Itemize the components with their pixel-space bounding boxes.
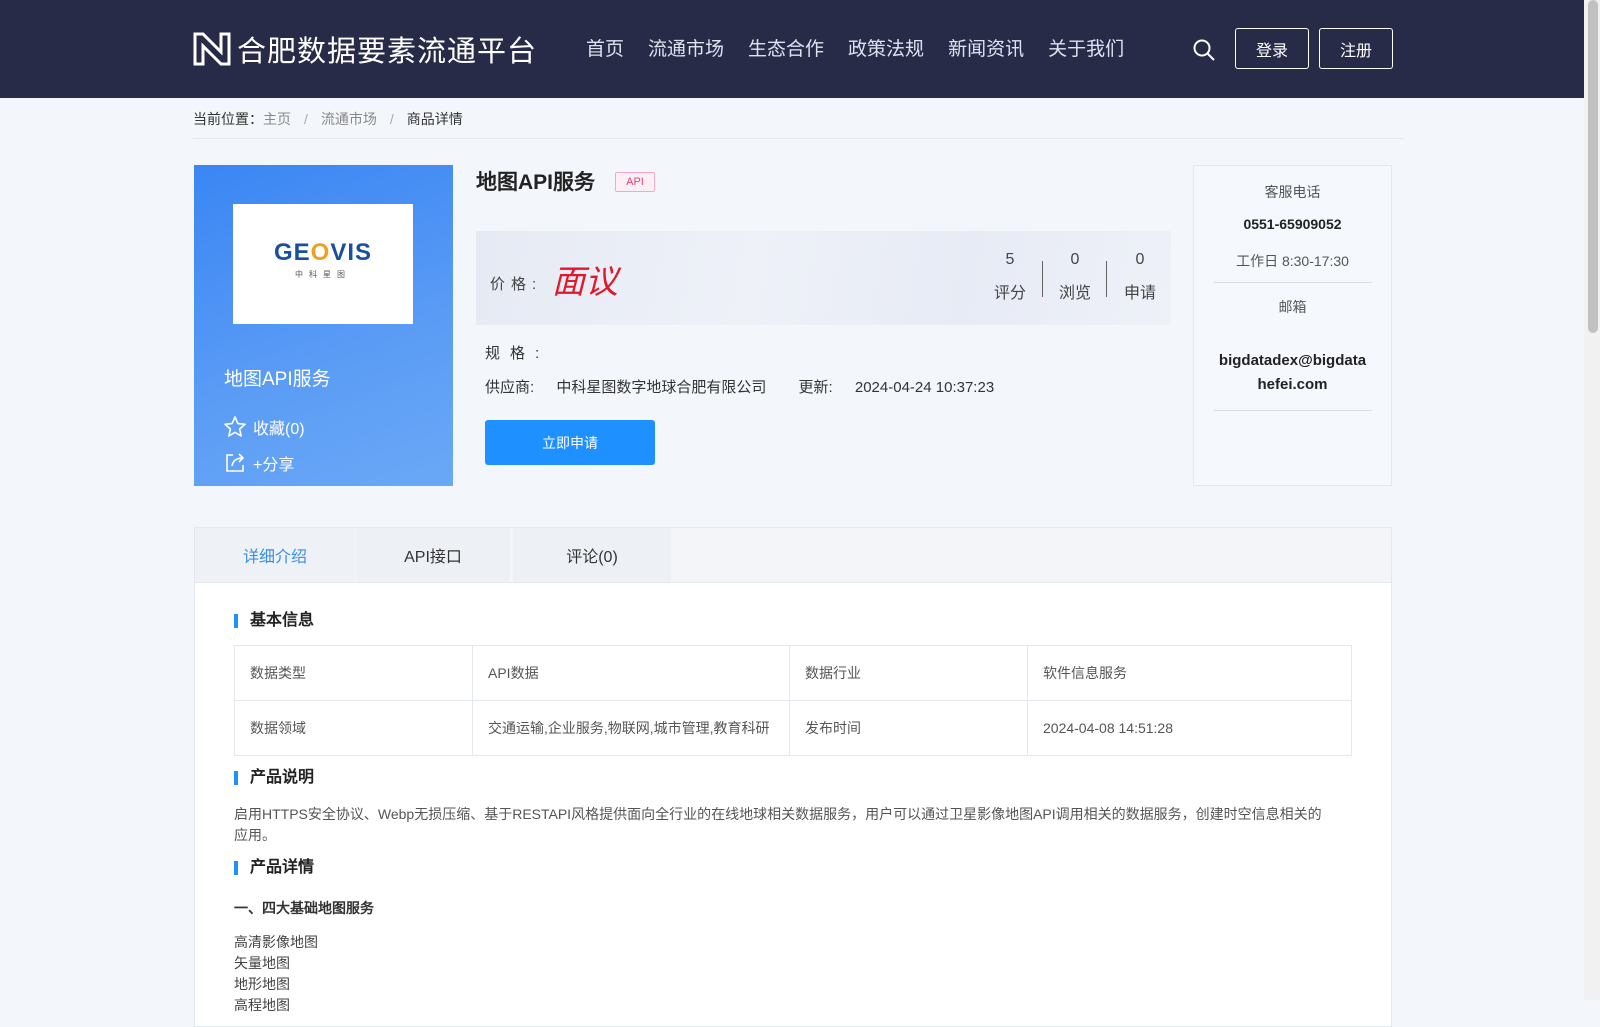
spec-label: 规格: xyxy=(485,345,550,362)
divider xyxy=(193,138,1405,139)
stat-label: 申请 xyxy=(1123,285,1156,302)
list-item: 地形地图 xyxy=(234,976,290,992)
table-cell: 数据领域 xyxy=(234,700,473,756)
scrollbar-thumb[interactable] xyxy=(1588,0,1598,333)
breadcrumb-home[interactable]: 主页 xyxy=(263,109,291,129)
section-basic-info: 基本信息 xyxy=(234,613,314,629)
share-icon xyxy=(226,453,245,472)
register-button[interactable]: 注册 xyxy=(1319,28,1393,69)
table-cell: 数据类型 xyxy=(234,645,473,701)
logo-icon xyxy=(193,32,231,66)
table-cell: 2024-04-08 14:51:28 xyxy=(1027,700,1352,756)
stat-label: 浏览 xyxy=(1058,285,1091,302)
service-hours: 工作日 8:30-17:30 xyxy=(1236,253,1349,269)
stat-value: 0 xyxy=(1135,251,1145,268)
price-value: 面议 xyxy=(552,262,618,301)
tab-details[interactable]: 详细介绍 xyxy=(195,528,355,582)
main-nav: 首页 流通市场 生态合作 政策法规 新闻资讯 关于我们 xyxy=(586,34,1148,61)
supplier-label: 供应商: xyxy=(485,379,535,396)
customer-service-panel: 客服电话 0551-65909052 工作日 8:30-17:30 邮箱 big… xyxy=(1193,165,1392,486)
basic-info-table: 数据类型 API数据 数据行业 软件信息服务 数据领域 交通运输,企业服务,物联… xyxy=(234,645,1352,756)
phone-number: 0551-65909052 xyxy=(1243,216,1342,232)
update-value: 2024-04-24 10:37:23 xyxy=(854,379,995,396)
type-badge: API xyxy=(615,172,655,192)
nav-policy[interactable]: 政策法规 xyxy=(848,34,924,61)
stat-label: 评分 xyxy=(993,285,1026,302)
price-label: 价格: xyxy=(490,276,543,293)
breadcrumb-current: 商品详情 xyxy=(406,111,463,127)
stat-rating: 5 评分 xyxy=(978,251,1042,303)
list-item: 高程地图 xyxy=(234,997,290,1013)
nav-ecosystem[interactable]: 生态合作 xyxy=(748,34,824,61)
favorite-button[interactable]: 收藏(0) xyxy=(223,415,305,439)
phone-title: 客服电话 xyxy=(1264,184,1321,200)
stat-divider xyxy=(1106,261,1107,297)
details-subtitle: 一、四大基础地图服务 xyxy=(234,900,374,916)
nav-about[interactable]: 关于我们 xyxy=(1048,34,1124,61)
table-cell: 软件信息服务 xyxy=(1027,645,1352,701)
section-description: 产品说明 xyxy=(234,770,314,786)
share-button[interactable]: +分享 xyxy=(223,451,294,475)
favorite-label: 收藏(0) xyxy=(253,421,305,438)
star-icon xyxy=(224,416,246,437)
table-row: 数据领域 交通运输,企业服务,物联网,城市管理,教育科研 发布时间 2024-0… xyxy=(234,700,1352,756)
table-cell: 数据行业 xyxy=(789,645,1028,701)
supplier-row: 供应商: 中科星图数字地球合肥有限公司 更新: 2024-04-24 10:37… xyxy=(485,376,994,397)
stat-applications: 0 申请 xyxy=(1108,251,1172,303)
geovis-logo: GEOVIS 中科星图 xyxy=(273,239,373,280)
apply-button[interactable]: 立即申请 xyxy=(485,420,655,465)
login-button[interactable]: 登录 xyxy=(1235,28,1309,69)
table-row: 数据类型 API数据 数据行业 软件信息服务 xyxy=(234,645,1352,701)
breadcrumb-market[interactable]: 流通市场 xyxy=(321,109,377,129)
table-cell: 发布时间 xyxy=(789,700,1028,756)
nav-news[interactable]: 新闻资讯 xyxy=(948,34,1024,61)
details-list: 高清影像地图 矢量地图 地形地图 高程地图 xyxy=(234,932,318,1016)
supplier-value: 中科星图数字地球合肥有限公司 xyxy=(556,379,767,396)
top-header: 合肥数据要素流通平台 首页 流通市场 生态合作 政策法规 新闻资讯 关于我们 登… xyxy=(0,0,1584,98)
email-address[interactable]: bigdatadex@bigdata hefei.com xyxy=(1194,349,1391,397)
share-label: +分享 xyxy=(253,457,295,474)
breadcrumb-separator: / xyxy=(304,111,308,127)
product-card-name: 地图API服务 xyxy=(224,369,331,390)
nav-market[interactable]: 流通市场 xyxy=(648,34,724,61)
stat-views: 0 浏览 xyxy=(1043,251,1107,303)
tab-api[interactable]: API接口 xyxy=(356,528,510,582)
stat-value: 5 xyxy=(1005,251,1015,268)
table-cell: 交通运输,企业服务,物联网,城市管理,教育科研 xyxy=(472,700,790,756)
section-details: 产品详情 xyxy=(234,860,314,876)
price-panel: 价格: 面议 5 评分 0 浏览 0 申请 xyxy=(476,231,1171,325)
breadcrumb-separator: / xyxy=(389,111,394,127)
divider xyxy=(1214,282,1372,283)
spec-row: 规格: xyxy=(485,342,549,363)
table-cell: API数据 xyxy=(472,645,790,701)
tab-comments[interactable]: 评论(0) xyxy=(513,528,671,582)
product-title: 地图API服务 xyxy=(476,171,596,194)
breadcrumb-label: 当前位置： xyxy=(193,111,263,127)
nav-home[interactable]: 首页 xyxy=(586,34,624,61)
product-description: 启用HTTPS安全协议、Webp无损压缩、基于RESTAPI风格提供面向全行业的… xyxy=(234,806,1322,843)
stat-value: 0 xyxy=(1070,251,1080,268)
update-label: 更新: xyxy=(798,379,833,396)
tab-bar: 详细介绍 API接口 评论(0) xyxy=(195,528,1391,583)
list-item: 矢量地图 xyxy=(234,955,290,971)
detail-panel: 详细介绍 API接口 评论(0) 基本信息 数据类型 API数据 数据行业 软件… xyxy=(194,527,1392,1027)
list-item: 高清影像地图 xyxy=(234,934,318,950)
email-title: 邮箱 xyxy=(1278,299,1307,315)
brand-name: 合肥数据要素流通平台 xyxy=(237,34,538,68)
site-logo[interactable]: 合肥数据要素流通平台 xyxy=(191,28,537,70)
product-card: GEOVIS 中科星图 地图API服务 收藏(0) +分享 xyxy=(194,165,453,486)
breadcrumb: 当前位置： 主页 / 流通市场 / 商品详情 xyxy=(193,109,463,129)
product-logo-image: GEOVIS 中科星图 xyxy=(233,204,413,324)
search-icon[interactable] xyxy=(1192,38,1216,62)
divider xyxy=(1214,410,1372,411)
